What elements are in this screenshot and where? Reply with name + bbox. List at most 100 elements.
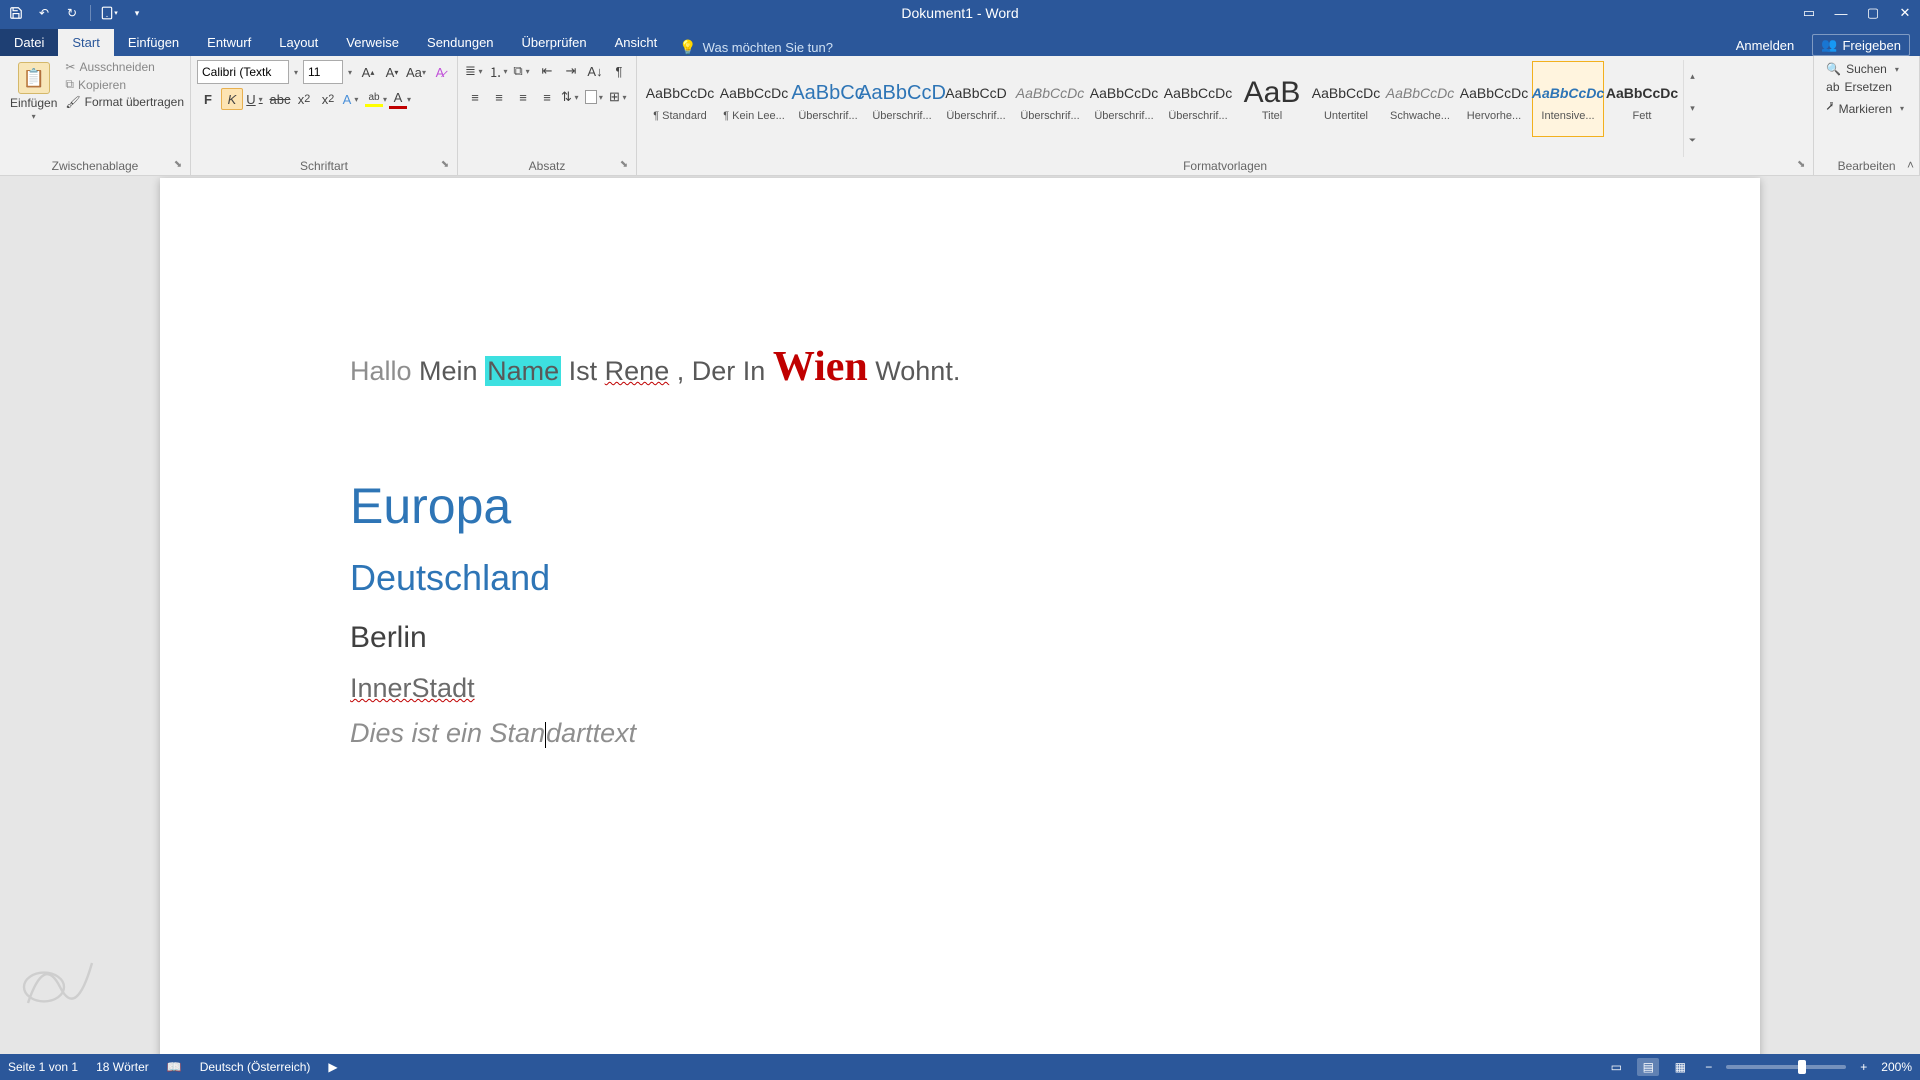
line-spacing-button[interactable]: ⇅▾: [560, 86, 582, 108]
numbering-button[interactable]: ⒈▾: [488, 60, 510, 82]
word-in[interactable]: In: [743, 356, 766, 386]
align-right-button[interactable]: ≡: [512, 86, 534, 108]
grow-font-button[interactable]: A▴: [357, 61, 379, 83]
styles-scroll-down[interactable]: ▾: [1684, 92, 1701, 124]
style-item-4[interactable]: AaBbCcDÜberschrif...: [940, 61, 1012, 137]
read-mode-button[interactable]: ▭: [1605, 1058, 1627, 1076]
subtle-emphasis-text[interactable]: Dies ist ein Standarttext: [350, 718, 1570, 749]
page[interactable]: Hallo Mein Name Ist Rene , Der In Wien W…: [160, 178, 1760, 1054]
heading-deutschland[interactable]: Deutschland: [350, 557, 1570, 599]
macro-icon[interactable]: ▶: [328, 1060, 337, 1074]
subtle-part-a[interactable]: Dies ist ein Stan: [350, 718, 545, 748]
paragraph-dialog-launcher[interactable]: ⬊: [618, 159, 630, 171]
maximize-button[interactable]: ▢: [1858, 2, 1888, 24]
word-rene-spellerror[interactable]: Rene: [605, 356, 670, 386]
styles-expand[interactable]: ⏷: [1684, 125, 1701, 157]
heading-berlin[interactable]: Berlin: [350, 621, 1570, 655]
collapse-ribbon-button[interactable]: ˄: [1907, 158, 1914, 172]
tab-file[interactable]: Datei: [0, 29, 58, 56]
zoom-slider[interactable]: [1726, 1065, 1846, 1069]
tab-überprüfen[interactable]: Überprüfen: [508, 29, 601, 56]
ribbon-display-options[interactable]: ▭: [1794, 2, 1824, 24]
word-hallo[interactable]: Hallo: [350, 356, 412, 386]
redo-button[interactable]: ↻: [62, 3, 82, 23]
decrease-indent-button[interactable]: ⇤: [536, 60, 558, 82]
zoom-thumb[interactable]: [1798, 1060, 1806, 1074]
style-item-2[interactable]: AaBbCcÜberschrif...: [792, 61, 864, 137]
tab-layout[interactable]: Layout: [265, 29, 332, 56]
find-button[interactable]: 🔍Suchen▾: [1826, 62, 1907, 76]
word-mein[interactable]: Mein: [419, 356, 478, 386]
replace-button[interactable]: abErsetzen: [1826, 80, 1907, 94]
word-comma[interactable]: ,: [677, 356, 685, 386]
format-painter-button[interactable]: 🖌Format übertragen: [65, 95, 184, 109]
font-name-input[interactable]: [197, 60, 289, 84]
font-size-dropdown[interactable]: ▾: [345, 68, 355, 77]
italic-button[interactable]: K: [221, 88, 243, 110]
style-item-0[interactable]: AaBbCcDc¶ Standard: [644, 61, 716, 137]
tab-entwurf[interactable]: Entwurf: [193, 29, 265, 56]
language-indicator[interactable]: Deutsch (Österreich): [200, 1060, 311, 1074]
tell-me-search[interactable]: 💡 Was möchten Sie tun?: [671, 39, 841, 56]
heading-europa[interactable]: Europa: [350, 477, 1570, 535]
multilevel-list-button[interactable]: ⧉▾: [512, 60, 534, 82]
share-button[interactable]: 👥 Freigeben: [1812, 34, 1910, 56]
tab-verweise[interactable]: Verweise: [332, 29, 413, 56]
bullets-button[interactable]: ≣▾: [464, 60, 486, 82]
undo-button[interactable]: ↶: [34, 3, 54, 23]
tab-start[interactable]: Start: [58, 29, 113, 56]
word-ist[interactable]: Ist: [569, 356, 598, 386]
word-wien[interactable]: Wien: [773, 344, 868, 390]
tab-einfügen[interactable]: Einfügen: [114, 29, 193, 56]
sentence-paragraph[interactable]: Hallo Mein Name Ist Rene , Der In Wien W…: [350, 338, 1570, 397]
web-layout-button[interactable]: ▦: [1669, 1058, 1691, 1076]
subscript-button[interactable]: x2: [293, 88, 315, 110]
font-name-dropdown[interactable]: ▾: [291, 68, 301, 77]
style-item-1[interactable]: AaBbCcDc¶ Kein Lee...: [718, 61, 790, 137]
sign-in-link[interactable]: Anmelden: [1736, 38, 1795, 53]
style-item-12[interactable]: AaBbCcDcIntensive...: [1532, 61, 1604, 137]
word-der[interactable]: Der: [692, 356, 736, 386]
zoom-level[interactable]: 200%: [1881, 1060, 1912, 1074]
font-size-input[interactable]: [303, 60, 343, 84]
qat-customize[interactable]: ▾: [127, 3, 147, 23]
minimize-button[interactable]: —: [1826, 2, 1856, 24]
bold-button[interactable]: F: [197, 88, 219, 110]
style-item-3[interactable]: AaBbCcDÜberschrif...: [866, 61, 938, 137]
zoom-out-button[interactable]: −: [1701, 1060, 1716, 1074]
tab-ansicht[interactable]: Ansicht: [601, 29, 672, 56]
subtle-part-b[interactable]: darttext: [546, 718, 636, 748]
text-effects-button[interactable]: A▾: [341, 88, 363, 110]
heading-innerstadt[interactable]: InnerStadt: [350, 673, 475, 704]
select-button[interactable]: ⭷Markieren▾: [1826, 98, 1907, 119]
print-layout-button[interactable]: ▤: [1637, 1058, 1659, 1076]
zoom-in-button[interactable]: +: [1856, 1060, 1871, 1074]
sort-button[interactable]: A↓: [584, 60, 606, 82]
justify-button[interactable]: ≡: [536, 86, 558, 108]
copy-button[interactable]: ⧉Kopieren: [65, 77, 184, 92]
cut-button[interactable]: ✂Ausschneiden: [65, 60, 184, 74]
shading-button[interactable]: ▾: [584, 86, 606, 108]
increase-indent-button[interactable]: ⇥: [560, 60, 582, 82]
tab-sendungen[interactable]: Sendungen: [413, 29, 508, 56]
superscript-button[interactable]: x2: [317, 88, 339, 110]
close-button[interactable]: ✕: [1890, 2, 1920, 24]
style-item-9[interactable]: AaBbCcDcUntertitel: [1310, 61, 1382, 137]
underline-button[interactable]: U▾: [245, 88, 267, 110]
page-indicator[interactable]: Seite 1 von 1: [8, 1060, 78, 1074]
style-item-13[interactable]: AaBbCcDcFett: [1606, 61, 1678, 137]
save-button[interactable]: [6, 3, 26, 23]
style-item-5[interactable]: AaBbCcDcÜberschrif...: [1014, 61, 1086, 137]
word-name-highlighted[interactable]: Name: [485, 356, 561, 386]
style-item-10[interactable]: AaBbCcDcSchwache...: [1384, 61, 1456, 137]
styles-dialog-launcher[interactable]: ⬊: [1795, 159, 1807, 171]
paste-button[interactable]: 📋 Einfügen ▾: [6, 60, 61, 123]
word-wohnt[interactable]: Wohnt.: [875, 356, 960, 386]
styles-scroll-up[interactable]: ▴: [1684, 60, 1701, 92]
show-marks-button[interactable]: ¶: [608, 60, 630, 82]
font-dialog-launcher[interactable]: ⬊: [439, 159, 451, 171]
spellcheck-icon[interactable]: 📖: [167, 1060, 182, 1074]
highlight-button[interactable]: ab▾: [365, 88, 387, 110]
style-item-8[interactable]: AaBTitel: [1236, 61, 1308, 137]
align-center-button[interactable]: ≡: [488, 86, 510, 108]
